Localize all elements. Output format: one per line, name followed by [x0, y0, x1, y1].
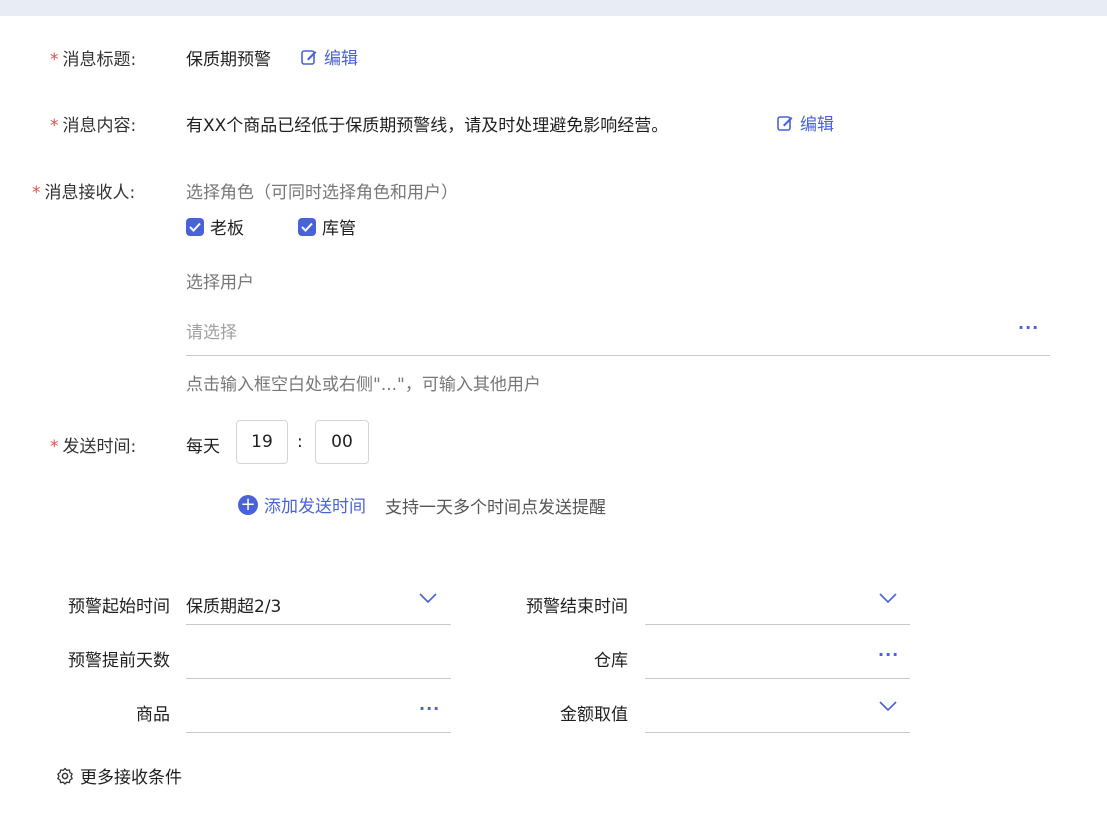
gear-icon — [57, 767, 73, 785]
add-send-time-button[interactable]: + 添加发送时间 — [238, 492, 366, 517]
recipients-label: * 消息接收人: — [32, 183, 136, 203]
users-help: 点击输入框空白处或右侧"..."，可输入其他用户 — [186, 375, 541, 395]
hour-input[interactable]: 19 — [236, 420, 288, 464]
checkbox-checked-icon — [186, 217, 204, 236]
end-time-underline — [645, 624, 910, 625]
product-underline — [186, 732, 451, 733]
product-label: 商品 — [136, 705, 170, 725]
advance-days-label: 预警提前天数 — [68, 651, 170, 671]
advance-days-input[interactable] — [186, 646, 451, 674]
minute-input[interactable]: 00 — [315, 420, 369, 464]
start-time-underline — [186, 624, 451, 625]
content-edit-button[interactable]: 编辑 — [776, 110, 834, 135]
role-checkbox-boss[interactable]: 老板 — [186, 214, 244, 239]
users-label: 选择用户 — [186, 273, 254, 293]
users-more-button[interactable]: ··· — [1018, 318, 1039, 337]
content-label: * 消息内容: — [50, 116, 137, 136]
ellipsis-icon: ··· — [419, 699, 441, 718]
time-separator: : — [297, 432, 303, 452]
chevron-down-icon[interactable] — [878, 700, 898, 712]
end-time-label: 预警结束时间 — [526, 597, 628, 617]
send-time-prefix: 每天 — [186, 437, 220, 457]
more-conditions-button[interactable]: 更多接收条件 — [56, 763, 182, 788]
amount-select[interactable] — [645, 700, 875, 728]
title-value: 保质期预警 — [186, 50, 271, 70]
title-edit-button[interactable]: 编辑 — [300, 44, 358, 69]
role-checkbox-warehouse-keeper[interactable]: 库管 — [298, 214, 356, 239]
add-send-time-hint: 支持一天多个时间点发送提醒 — [385, 498, 606, 518]
product-more-button[interactable]: ··· — [419, 699, 440, 718]
required-mark: * — [50, 116, 59, 136]
roles-hint: 选择角色（可同时选择角色和用户） — [186, 183, 458, 203]
warehouse-underline — [645, 678, 910, 679]
title-label: * 消息标题: — [50, 50, 137, 70]
warehouse-input[interactable] — [645, 646, 865, 674]
chevron-down-icon[interactable] — [878, 592, 898, 604]
product-input[interactable] — [186, 700, 406, 728]
required-mark: * — [50, 437, 59, 457]
chevron-down-icon[interactable] — [418, 592, 438, 604]
warehouse-more-button[interactable]: ··· — [878, 645, 899, 664]
required-mark: * — [32, 183, 41, 203]
required-mark: * — [50, 50, 59, 70]
edit-icon — [777, 115, 793, 131]
ellipsis-icon: ··· — [878, 645, 900, 664]
amount-label: 金额取值 — [560, 705, 628, 725]
end-time-select[interactable] — [645, 592, 875, 620]
plus-circle-icon: + — [238, 494, 258, 515]
edit-icon — [301, 49, 317, 65]
start-time-select[interactable]: 保质期超2/3 — [186, 592, 281, 617]
advance-days-underline — [186, 678, 451, 679]
top-bar — [0, 0, 1107, 16]
amount-underline — [645, 732, 910, 733]
checkbox-checked-icon — [298, 217, 316, 236]
users-input-underline — [186, 355, 1050, 356]
ellipsis-icon: ··· — [1018, 318, 1040, 337]
warehouse-label: 仓库 — [594, 651, 628, 671]
start-time-label: 预警起始时间 — [68, 597, 170, 617]
content-value: 有XX个商品已经低于保质期预警线，请及时处理避免影响经营。 — [186, 116, 669, 136]
send-time-label: * 发送时间: — [50, 437, 137, 457]
users-input[interactable]: 请选择 — [186, 318, 1050, 354]
